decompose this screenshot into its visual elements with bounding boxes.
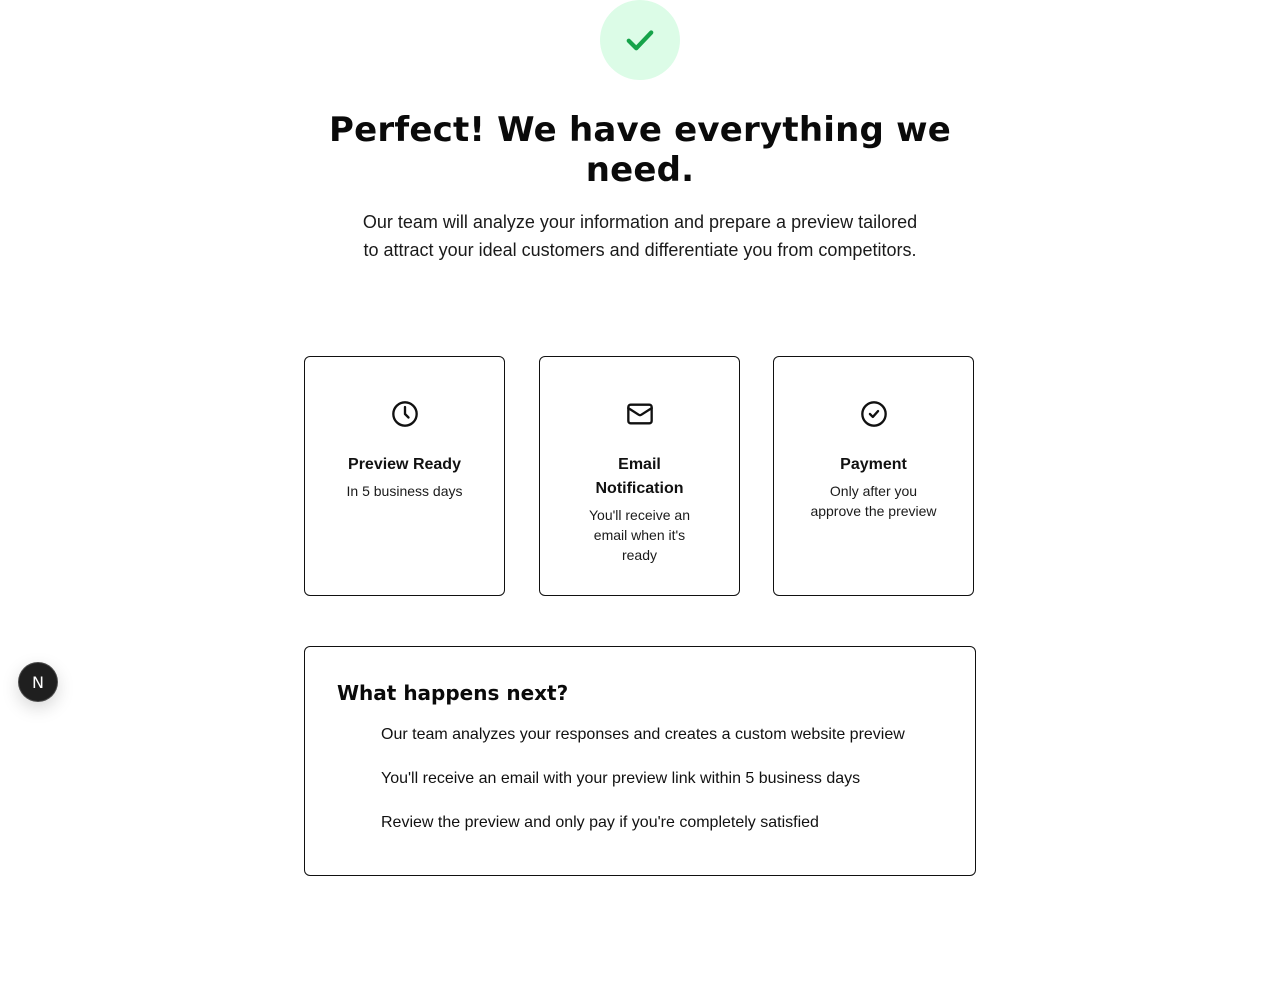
confirmation-page: Perfect! We have everything we need. Our…	[0, 0, 1280, 988]
card-description: In 5 business days	[346, 483, 463, 499]
mail-icon	[626, 403, 653, 425]
card-title: Email Notification	[595, 456, 684, 497]
success-badge	[600, 0, 680, 80]
check-icon	[626, 30, 654, 51]
next-steps-list: Our team analyzes your responses and cre…	[381, 723, 955, 855]
info-card-email-notification: Email Notification You'll receive an ema…	[539, 356, 740, 596]
info-card-payment: Payment Only after you approve the previ…	[773, 356, 974, 596]
card-title: Preview Ready	[348, 456, 461, 473]
clock-icon	[391, 401, 418, 427]
next-steps-panel: What happens next? Our team analyzes you…	[304, 646, 976, 876]
nextjs-dev-tools-button[interactable]: N	[19, 663, 57, 701]
check-circle-icon	[860, 401, 887, 427]
page-title: Perfect! We have everything we need.	[329, 110, 951, 190]
page-subtitle: Our team will analyze your information a…	[362, 212, 918, 260]
nextjs-logo-icon: N	[32, 672, 44, 692]
next-step-item: You'll receive an email with your previe…	[381, 770, 861, 787]
next-step-item: Review the preview and only pay if you'r…	[381, 814, 819, 831]
next-step-item: Our team analyzes your responses and cre…	[381, 726, 905, 743]
next-steps-title: What happens next?	[337, 681, 569, 705]
card-description: Only after you approve the preview	[810, 483, 937, 519]
info-card-preview-ready: Preview Ready In 5 business days	[304, 356, 505, 596]
card-title: Payment	[840, 456, 907, 473]
card-description: You'll receive an email when it's ready	[588, 507, 690, 563]
